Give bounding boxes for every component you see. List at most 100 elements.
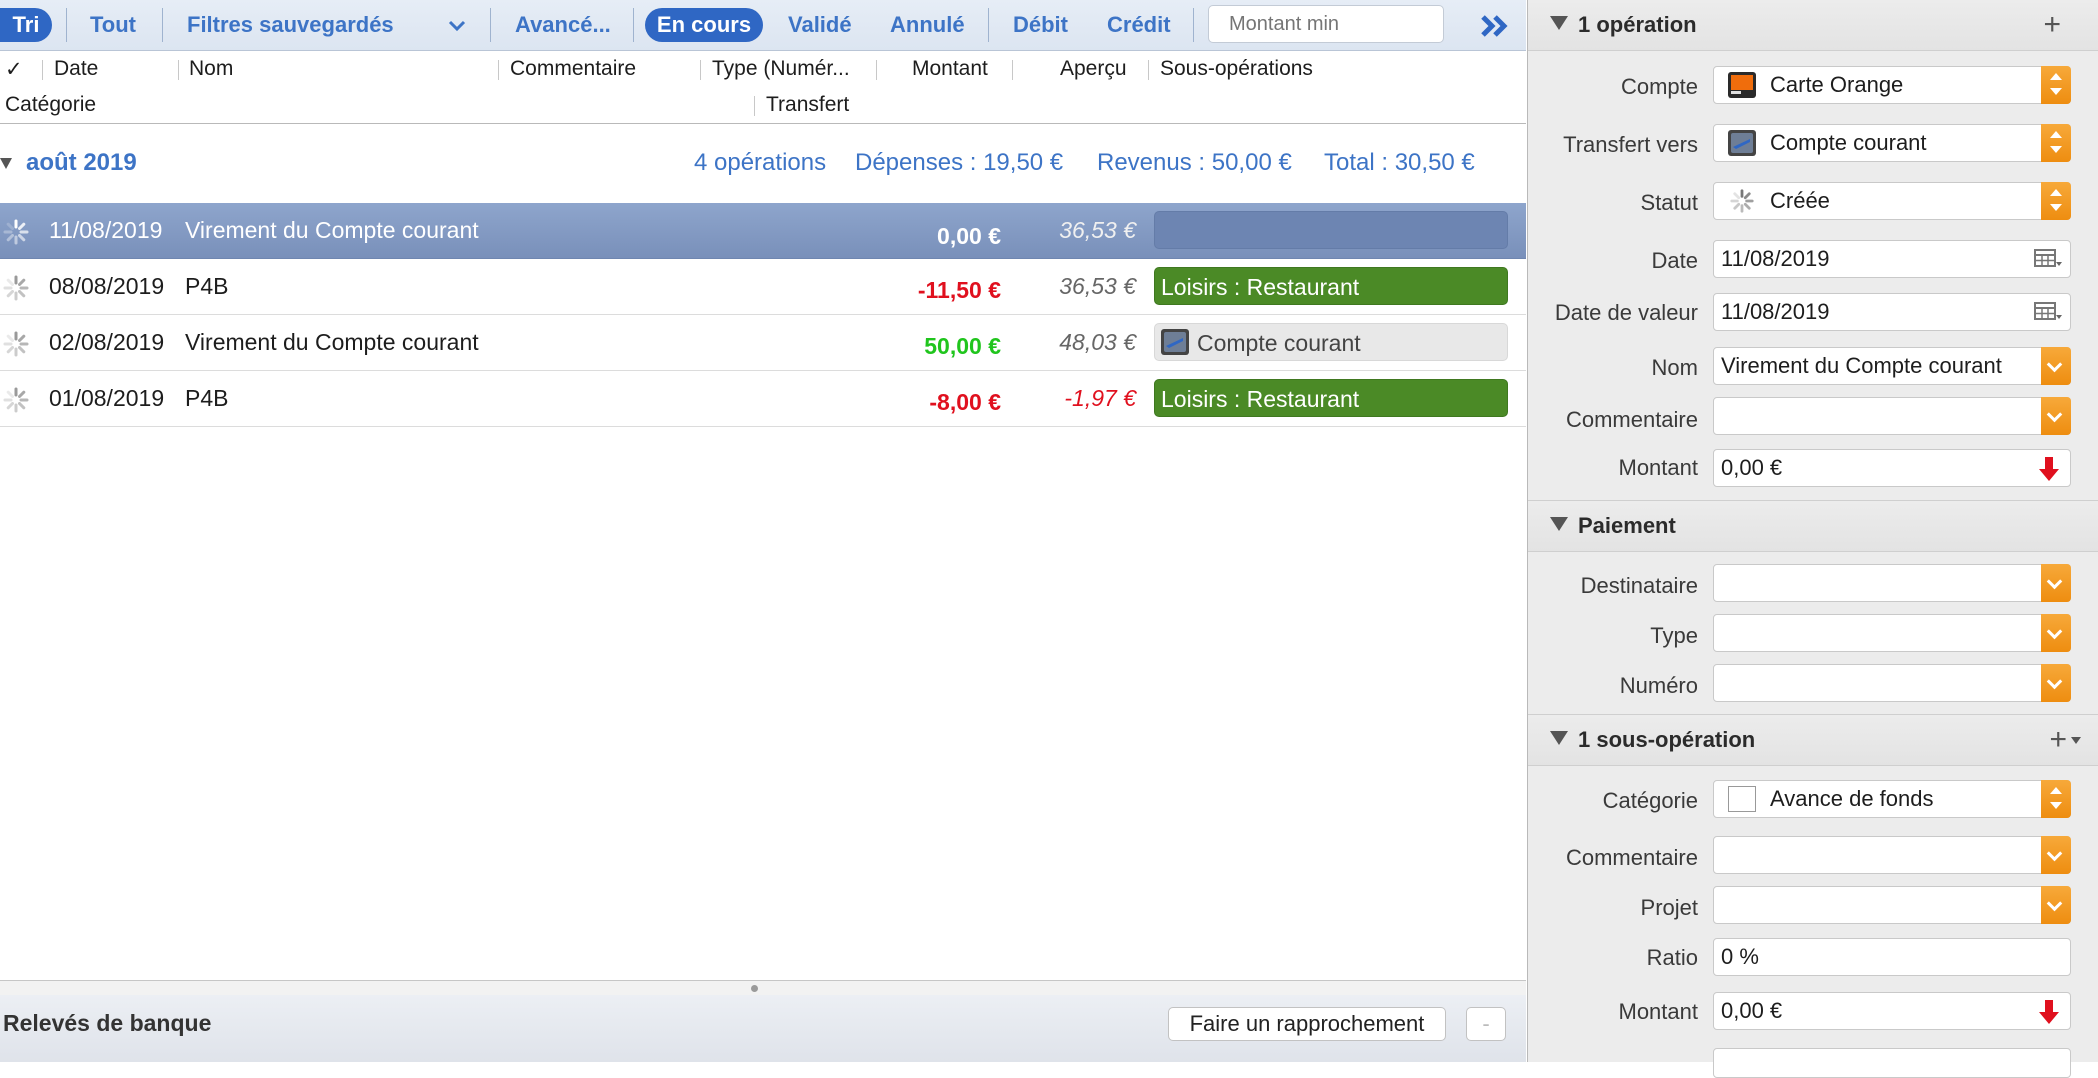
compte-stepper-icon[interactable]	[2041, 66, 2071, 104]
transactions-pane: Tri Tout Filtres sauvegardés Avancé... E…	[0, 0, 1526, 1062]
column-sous-operations[interactable]: Sous-opérations	[1160, 57, 1313, 81]
add-operation-icon[interactable]: +	[2043, 8, 2061, 42]
chevron-down-icon[interactable]	[2071, 737, 2081, 745]
transfert-stepper-icon[interactable]	[2041, 124, 2071, 162]
sous-operation-section-header[interactable]: 1 sous-opération +	[1528, 714, 2098, 766]
numero-dropdown-icon[interactable]	[2041, 664, 2071, 702]
sort-button[interactable]: Tri	[0, 8, 52, 42]
sous-commentaire-dropdown-icon[interactable]	[2041, 836, 2071, 874]
arrow-down-icon[interactable]	[2038, 456, 2060, 482]
nom-label: Nom	[1651, 355, 1698, 380]
row-amount: 50,00 €	[924, 333, 1001, 359]
destinataire-combobox[interactable]	[1713, 564, 2071, 602]
separator	[66, 8, 67, 42]
status-annule-toggle[interactable]: Annulé	[890, 8, 965, 42]
debit-filter-button[interactable]: Débit	[1013, 8, 1068, 42]
reconcile-button[interactable]: Faire un rapprochement	[1168, 1007, 1446, 1041]
nom-dropdown-icon[interactable]	[2041, 347, 2071, 385]
date-field[interactable]: 11/08/2019	[1713, 240, 2071, 278]
column-commentaire[interactable]: Commentaire	[510, 57, 636, 81]
row-name: P4B	[185, 385, 229, 411]
nom-combobox[interactable]: Virement du Compte courant	[1713, 347, 2071, 385]
amount-min-input[interactable]	[1208, 5, 1444, 43]
group-revenus: Revenus : 50,00 €	[1097, 149, 1292, 176]
month-group-header[interactable]: août 2019 4 opérations Dépenses : 19,50 …	[0, 124, 1526, 204]
sous-commentaire-combobox[interactable]	[1713, 836, 2071, 874]
double-chevron-right-icon[interactable]	[1480, 14, 1510, 38]
row-balance: 36,53 €	[1059, 273, 1136, 299]
table-row[interactable]: 02/08/2019 Virement du Compte courant 50…	[0, 315, 1526, 371]
transfert-label: Transfert vers	[1563, 132, 1698, 157]
compte-popup[interactable]: Carte Orange	[1713, 66, 2071, 104]
calendar-icon[interactable]	[2034, 249, 2062, 269]
column-type[interactable]: Type (Numér...	[712, 57, 850, 81]
compte-value: Carte Orange	[1770, 72, 1904, 97]
status-en-cours-toggle[interactable]: En cours	[645, 8, 763, 42]
separator	[490, 8, 491, 42]
type-label: Type	[1650, 623, 1698, 648]
table-row[interactable]: 11/08/2019 Virement du Compte courant 0,…	[0, 203, 1526, 259]
ratio-field[interactable]: 0 %	[1713, 938, 2071, 976]
saved-filters-dropdown[interactable]: Filtres sauvegardés	[187, 8, 394, 42]
montant-label: Montant	[1618, 455, 1699, 480]
column-check[interactable]: ✓	[5, 57, 23, 82]
commentaire-dropdown-icon[interactable]	[2041, 397, 2071, 435]
transfert-value: Compte courant	[1770, 130, 1927, 155]
split-view-divider[interactable]	[0, 980, 1526, 996]
projet-combobox[interactable]	[1713, 886, 2071, 924]
disclosure-triangle-icon[interactable]	[0, 157, 14, 171]
statut-popup[interactable]: Créée	[1713, 182, 2071, 220]
advanced-filter-button[interactable]: Avancé...	[515, 8, 611, 42]
row-date: 11/08/2019	[49, 217, 163, 243]
column-separator	[876, 60, 877, 80]
numero-label: Numéro	[1619, 673, 1698, 698]
categorie-stepper-icon[interactable]	[2041, 780, 2071, 818]
date-valeur-label: Date de valeur	[1554, 300, 1698, 325]
column-apercu[interactable]: Aperçu	[1060, 57, 1127, 81]
column-nom[interactable]: Nom	[189, 57, 233, 81]
column-montant[interactable]: Montant	[912, 57, 988, 81]
column-transfert[interactable]: Transfert	[766, 93, 849, 117]
separator	[633, 8, 634, 42]
column-date[interactable]: Date	[54, 57, 98, 81]
column-separator	[42, 60, 43, 80]
credit-filter-button[interactable]: Crédit	[1107, 8, 1171, 42]
partially-visible-field[interactable]	[1713, 1048, 2071, 1078]
calendar-icon[interactable]	[2034, 302, 2062, 322]
sous-commentaire-label: Commentaire	[1565, 845, 1698, 870]
type-combobox[interactable]	[1713, 614, 2071, 652]
statut-stepper-icon[interactable]	[2041, 182, 2071, 220]
arrow-down-icon[interactable]	[2038, 999, 2060, 1025]
chevron-down-icon[interactable]	[448, 20, 466, 32]
date-valeur-field[interactable]: 11/08/2019	[1713, 293, 2071, 331]
separator	[1193, 8, 1194, 42]
numero-combobox[interactable]	[1713, 664, 2071, 702]
divider-handle[interactable]	[751, 985, 758, 992]
date-valeur-value: 11/08/2019	[1721, 299, 1830, 324]
destinataire-dropdown-icon[interactable]	[2041, 564, 2071, 602]
disclosure-triangle-icon[interactable]	[1550, 731, 1568, 745]
ratio-label: Ratio	[1646, 945, 1698, 970]
commentaire-combobox[interactable]	[1713, 397, 2071, 435]
status-valide-toggle[interactable]: Validé	[788, 8, 852, 42]
categorie-value: Avance de fonds	[1770, 786, 1934, 811]
disclosure-triangle-icon[interactable]	[1550, 16, 1568, 30]
add-sous-operation-icon[interactable]: +	[2049, 723, 2067, 757]
operation-section-header[interactable]: 1 opération +	[1528, 0, 2098, 51]
transfert-popup[interactable]: Compte courant	[1713, 124, 2071, 162]
table-row[interactable]: 08/08/2019 P4B -11,50 € 36,53 € Loisirs …	[0, 259, 1526, 315]
categorie-popup[interactable]: Avance de fonds	[1713, 780, 2071, 818]
filter-all-button[interactable]: Tout	[90, 8, 136, 42]
montant-field[interactable]: 0,00 €	[1713, 449, 2071, 487]
projet-dropdown-icon[interactable]	[2041, 886, 2071, 924]
date-value: 11/08/2019	[1721, 246, 1830, 271]
montant-value: 0,00 €	[1721, 455, 1783, 480]
type-dropdown-icon[interactable]	[2041, 614, 2071, 652]
table-row[interactable]: 01/08/2019 P4B -8,00 € -1,97 € Loisirs :…	[0, 371, 1526, 427]
sous-montant-field[interactable]: 0,00 €	[1713, 992, 2071, 1030]
nom-value: Virement du Compte courant	[1721, 353, 2002, 378]
column-categorie[interactable]: Catégorie	[5, 93, 96, 117]
disclosure-triangle-icon[interactable]	[1550, 517, 1568, 531]
paiement-section-header[interactable]: Paiement	[1528, 500, 2098, 552]
row-category-tag: Loisirs : Restaurant	[1154, 379, 1508, 417]
